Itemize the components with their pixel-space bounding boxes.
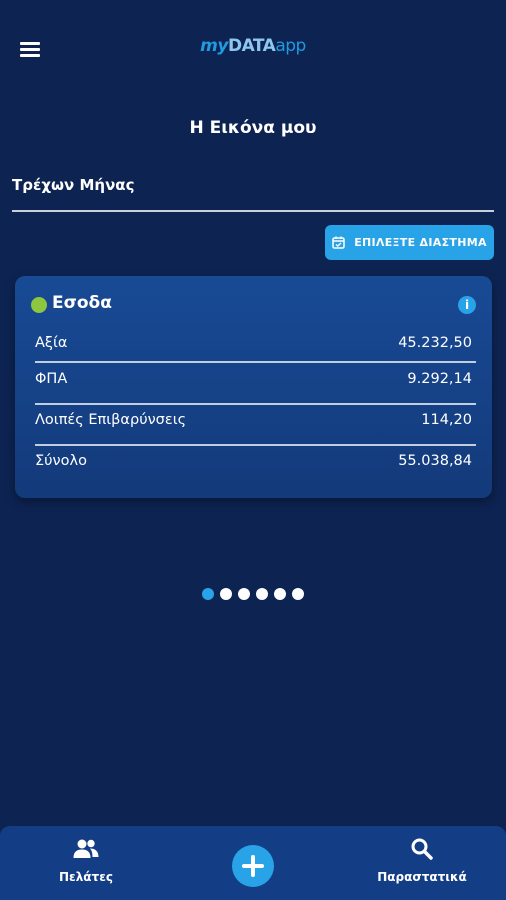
divider [35, 403, 476, 405]
page-title: Η Εικόνα μου [189, 118, 317, 138]
pager-dot[interactable] [220, 588, 232, 600]
income-card: Εσοδα i Αξία 45.232,50 ΦΠΑ 9.292,14 Λοιπ… [15, 276, 492, 498]
logo-app: app [275, 36, 306, 56]
row-vat: ΦΠΑ 9.292,14 [35, 371, 472, 393]
pager-dot[interactable] [202, 588, 214, 600]
row-other-charges: Λοιπές Επιβαρύνσεις 114,20 [35, 412, 472, 434]
info-icon[interactable]: i [458, 296, 476, 314]
card-title: Εσοδα [52, 293, 112, 313]
pager-dot[interactable] [238, 588, 250, 600]
pager-dot[interactable] [256, 588, 268, 600]
select-range-button[interactable]: ΕΠΙΛΕΞΤΕ ΔΙΑΣΤΗΜΑ [325, 225, 494, 260]
period-label: Τρέχων Μήνας [12, 176, 135, 194]
nav-documents-label: Παραστατικά [377, 870, 467, 884]
select-range-label: ΕΠΙΛΕΞΤΕ ΔΙΑΣΤΗΜΑ [354, 236, 487, 249]
pager-dot[interactable] [292, 588, 304, 600]
pager-dots [0, 588, 506, 600]
row-amount: 114,20 [421, 412, 472, 428]
pager-dot[interactable] [274, 588, 286, 600]
row-amount: 55.038,84 [398, 453, 472, 469]
logo-data: DATA [227, 36, 276, 56]
row-label: Σύνολο [35, 453, 87, 469]
divider [35, 444, 476, 446]
nav-clients-label: Πελάτες [58, 870, 113, 884]
row-amount: 45.232,50 [398, 335, 472, 351]
status-dot-icon [31, 297, 47, 313]
logo-my: my [200, 36, 228, 56]
row-label: Αξία [35, 335, 68, 351]
row-label: Λοιπές Επιβαρύνσεις [35, 412, 187, 428]
top-bar: myDATAapp [0, 0, 506, 100]
app-logo: myDATAapp [0, 36, 506, 56]
card-header: Εσοδα i [31, 293, 476, 317]
nav-documents[interactable]: Παραστατικά [362, 838, 482, 884]
add-button[interactable] [232, 845, 274, 887]
row-label: ΦΠΑ [35, 371, 68, 387]
row-total: Σύνολο 55.038,84 [35, 453, 472, 475]
calendar-icon [332, 236, 345, 249]
divider [35, 361, 476, 363]
bottom-nav: Πελάτες Παραστατικά [0, 826, 506, 900]
search-icon [411, 838, 433, 860]
period-select[interactable]: Τρέχων Μήνας [12, 170, 494, 212]
users-icon [73, 839, 99, 858]
row-amount: 9.292,14 [407, 371, 472, 387]
nav-clients[interactable]: Πελάτες [26, 838, 146, 884]
row-value: Αξία 45.232,50 [35, 335, 472, 357]
